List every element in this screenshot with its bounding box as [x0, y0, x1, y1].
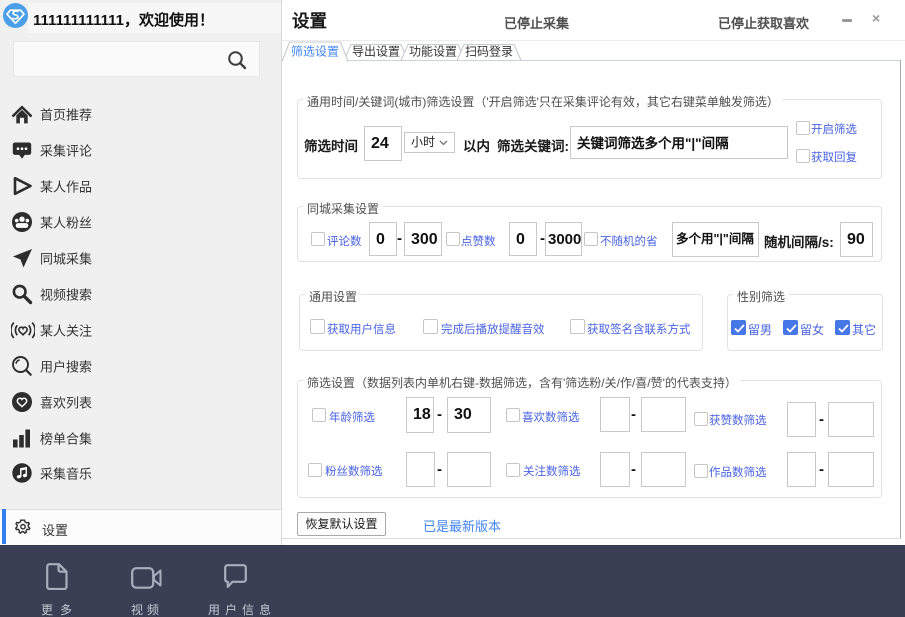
svg-text:功能设置: 功能设置	[409, 45, 457, 59]
svg-text:扫码登录: 扫码登录	[465, 44, 513, 59]
svg-text:导出设置: 导出设置	[352, 45, 400, 59]
svg-text:筛选设置: 筛选设置	[291, 44, 339, 59]
